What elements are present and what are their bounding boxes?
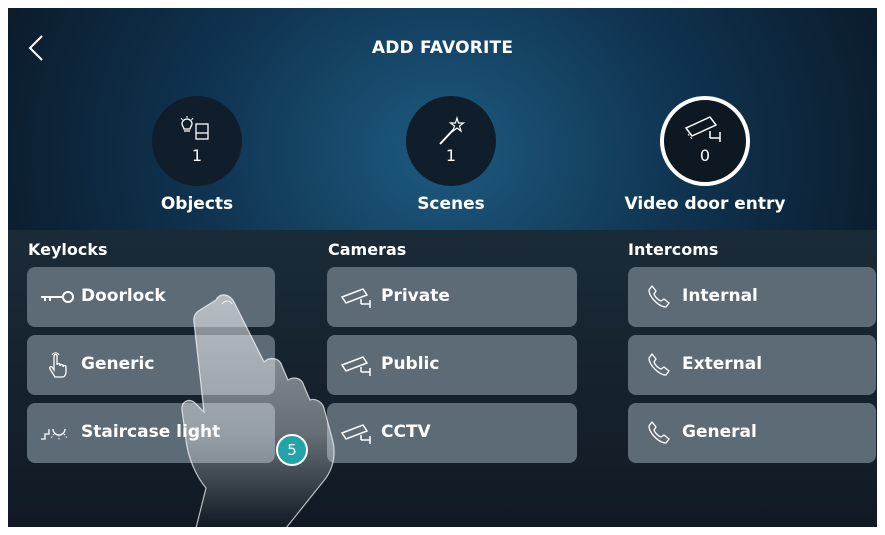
keylock-generic-button[interactable]: Generic [27, 335, 275, 395]
category-video-door-entry-count: 0 [699, 146, 711, 165]
staircase-light-icon [41, 428, 68, 440]
light-switch-icon [180, 116, 209, 140]
keylock-generic-label: Generic [81, 354, 155, 374]
category-objects[interactable]: 1 Objects [87, 96, 307, 214]
intercom-internal-button[interactable]: Internal [628, 267, 876, 327]
category-objects-label: Objects [160, 194, 234, 214]
camera-icon [340, 424, 371, 444]
intercom-general-label: General [682, 422, 757, 442]
phone-icon [648, 352, 670, 376]
magic-wand-icon [439, 116, 466, 145]
intercom-external-label: External [682, 354, 763, 374]
cameras-heading: Cameras [328, 240, 407, 259]
camera-cctv-button[interactable]: CCTV [327, 403, 577, 463]
camera-private-label: Private [381, 286, 450, 306]
intercom-general-button[interactable]: General [628, 403, 876, 463]
page-title: ADD FAVORITE [371, 38, 514, 58]
camera-public-button[interactable]: Public [327, 335, 577, 395]
phone-icon [648, 284, 670, 308]
camera-cctv-label: CCTV [381, 422, 431, 442]
intercoms-heading: Intercoms [628, 240, 719, 259]
keylock-doorlock-label: Doorlock [81, 286, 166, 306]
step-number-badge: 5 [276, 434, 308, 466]
keylock-doorlock-button[interactable]: Doorlock [27, 267, 275, 327]
camera-icon [340, 288, 371, 308]
camera-private-button[interactable]: Private [327, 267, 577, 327]
keylock-staircase-light-button[interactable]: Staircase light [27, 403, 275, 463]
category-video-door-entry-circle: 0 [660, 96, 750, 186]
category-video-door-entry-label: Video door entry [624, 194, 786, 214]
keylocks-heading: Keylocks [28, 240, 108, 259]
category-objects-count: 1 [191, 146, 203, 165]
keylock-staircase-light-label: Staircase light [81, 422, 221, 442]
category-scenes-count: 1 [445, 146, 457, 165]
camera-public-label: Public [381, 354, 440, 374]
hand-pointer-icon [49, 352, 67, 378]
phone-icon [648, 420, 670, 444]
key-icon [41, 291, 74, 303]
intercom-external-button[interactable]: External [628, 335, 876, 395]
category-scenes[interactable]: 1 Scenes [341, 96, 561, 214]
category-scenes-circle: 1 [406, 96, 496, 186]
security-camera-icon [684, 116, 721, 142]
category-video-door-entry[interactable]: 0 Video door entry [595, 96, 815, 214]
category-scenes-label: Scenes [417, 194, 485, 214]
category-objects-circle: 1 [152, 96, 242, 186]
intercom-internal-label: Internal [682, 286, 758, 306]
camera-icon [340, 356, 371, 376]
screen: ADD FAVORITE 1 Objects 1 Scenes 0 Video … [8, 8, 877, 527]
